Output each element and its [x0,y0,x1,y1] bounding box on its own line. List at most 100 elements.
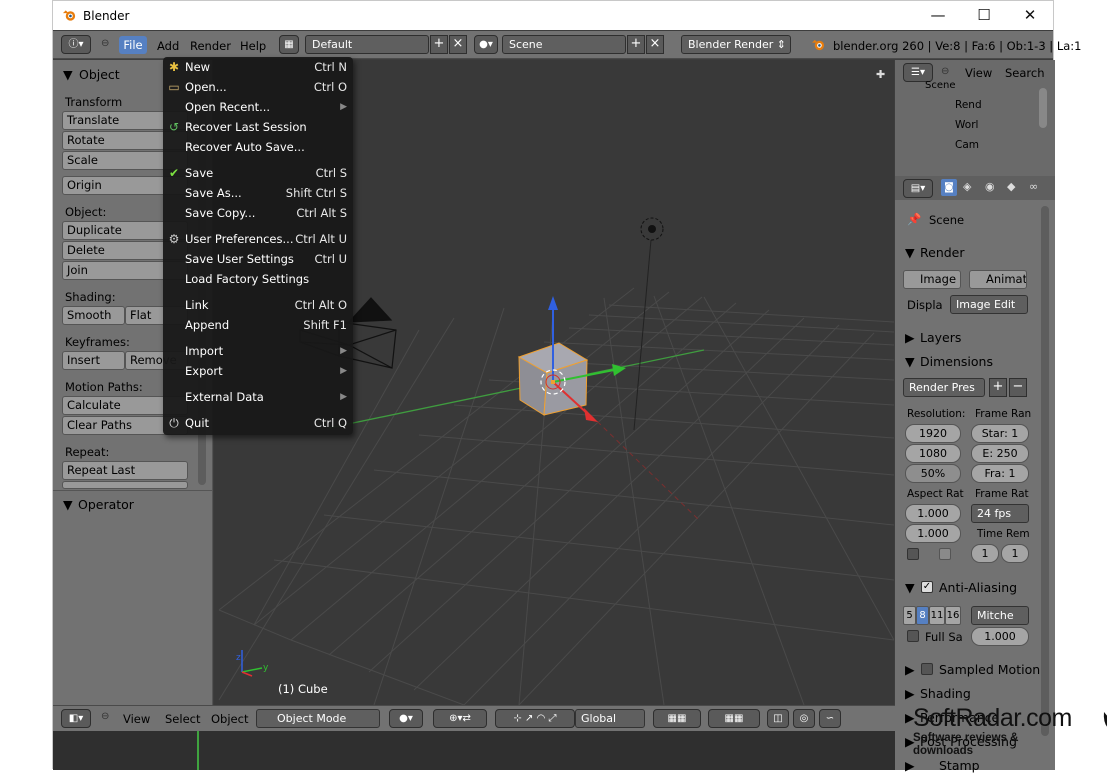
viewport-plus-icon[interactable]: ✚ [876,68,885,81]
constraints-tab-icon[interactable]: ∞ [1029,180,1038,193]
layout-field[interactable]: Default [305,35,429,54]
pivot-point-icon[interactable]: ⊕▾⇄ [433,709,487,728]
aspect-y-field[interactable]: 1.000 [905,524,961,543]
file-menu-item-recover-auto-save[interactable]: Recover Auto Save... [163,137,353,157]
file-menu-item-open-recent[interactable]: Open Recent... ▶ [163,97,353,117]
stamp-expand-icon[interactable]: ▶ [905,758,915,773]
properties-scrollbar[interactable] [1041,206,1049,736]
scene-layers-grid-2[interactable]: ▦▦ [708,709,760,728]
aspect-x-field[interactable]: 1.000 [905,504,961,523]
filter-size-field[interactable]: 1.000 [971,627,1029,646]
dimensions-panel-header[interactable]: Dimensions [920,354,993,369]
file-menu-item-new[interactable]: ✱ New Ctrl N [163,57,353,77]
menu-help[interactable]: Help [240,39,266,53]
remap-old-field[interactable]: 1 [971,544,999,563]
scene-field[interactable]: Scene [502,35,626,54]
sampled-motion-header[interactable]: Sampled Motion [939,662,1040,677]
file-menu-item-save-as[interactable]: Save As... Shift Ctrl S [163,183,353,203]
aa-samples-16[interactable]: 16 [945,606,961,625]
add-layout-button[interactable]: + [430,35,448,54]
aa-samples-11[interactable]: 11 [929,606,945,625]
file-menu-item-save-copy[interactable]: Save Copy... Ctrl Alt S [163,203,353,223]
collapse-icon[interactable]: ⊖ [101,711,109,722]
render-engine-select[interactable]: Blender Render ⇕ [681,35,791,54]
aa-checkbox[interactable]: ✓ [921,581,933,593]
pin-icon[interactable]: 📌 [907,212,921,226]
fps-select[interactable]: 24 fps [971,504,1029,523]
sampled-motion-checkbox[interactable] [921,663,933,675]
aa-samples-5[interactable]: 5 [903,606,916,625]
file-menu-item-quit[interactable]: ⏻ Quit Ctrl Q [163,413,353,433]
operator-collapse-icon[interactable]: ▼ [63,497,73,512]
remove-layout-button[interactable]: × [449,35,467,54]
file-menu-item-user-preferences[interactable]: ⚙ User Preferences... Ctrl Alt U [163,229,353,249]
outliner-scene-item[interactable]: Scene [925,80,956,91]
editor-type-info-icon[interactable]: ⓘ▾ [61,35,91,54]
resolution-y-field[interactable]: 1080 [905,444,961,463]
file-menu-item-import[interactable]: Import ▶ [163,341,353,361]
file-menu-item-open[interactable]: ▭ Open... Ctrl O [163,77,353,97]
operator-header[interactable]: Operator [78,497,134,512]
menu-add[interactable]: Add [157,39,179,53]
sampled-motion-expand-icon[interactable]: ▶ [905,662,915,677]
aa-collapse-icon[interactable]: ▼ [905,580,915,595]
render-collapse-icon[interactable]: ▼ [905,245,915,260]
timeline[interactable] [53,731,895,770]
outliner-search-menu[interactable]: Search [1005,66,1045,80]
current-frame-marker[interactable] [197,731,199,770]
lock-layers-icon[interactable]: ◫ [767,709,789,728]
properties-editor-icon[interactable]: ▤▾ [903,179,933,198]
dimensions-collapse-icon[interactable]: ▼ [905,354,915,369]
shading-expand-icon[interactable]: ▶ [905,686,915,701]
add-scene-button[interactable]: + [627,35,645,54]
aa-filter-select[interactable]: Mitche [971,606,1029,625]
file-menu-item-external-data[interactable]: External Data ▶ [163,387,353,407]
remap-new-field[interactable]: 1 [1001,544,1029,563]
file-menu-item-link[interactable]: Link Ctrl Alt O [163,295,353,315]
file-menu-item-append[interactable]: Append Shift F1 [163,315,353,335]
shading-panel-header[interactable]: Shading [920,686,971,701]
transform-orientation-select[interactable]: Global [575,709,645,728]
smooth-button[interactable]: Smooth [62,306,125,325]
resolution-percent-field[interactable]: 50% [905,464,961,483]
menu-file[interactable]: File [119,36,147,54]
remove-preset-button[interactable]: − [1009,378,1027,397]
close-button[interactable]: ✕ [1007,1,1053,30]
scene-layers-grid[interactable]: ▦▦ [653,709,701,728]
render-panel-header[interactable]: Render [920,245,965,260]
resolution-x-field[interactable]: 1920 [905,424,961,443]
select-menu[interactable]: Select [165,712,200,726]
insert-keyframe-button[interactable]: Insert [62,351,125,370]
collapse-icon[interactable]: ⊖ [101,38,109,49]
outliner-scrollbar[interactable] [1039,88,1047,128]
render-presets-select[interactable]: Render Pres [903,378,985,397]
minimize-button[interactable]: — [915,1,961,30]
file-menu-item-save-user-settings[interactable]: Save User Settings Ctrl U [163,249,353,269]
stamp-panel-header[interactable]: Stamp [939,758,980,773]
end-frame-field[interactable]: E: 250 [971,444,1029,463]
world-tab-icon[interactable]: ◉ [985,180,995,193]
start-frame-field[interactable]: Star: 1 [971,424,1029,443]
panel-collapse-icon[interactable]: ▼ [63,67,73,82]
file-menu-item-save[interactable]: ✔ Save Ctrl S [163,163,353,183]
scene-icon[interactable]: ●▾ [474,35,498,54]
border-checkbox[interactable] [907,548,919,560]
outliner-view-menu[interactable]: View [965,66,992,80]
outliner-world-item[interactable]: Worl [955,119,978,131]
maximize-button[interactable]: ☐ [961,1,1007,30]
outliner-render-item[interactable]: Rend [955,99,982,111]
object-tools-header[interactable]: Object [79,67,120,82]
render-tab-icon[interactable]: ◙ [941,179,957,196]
snap-icon[interactable]: ∽ [819,709,841,728]
repeat-last-button[interactable]: Repeat Last [62,461,188,480]
display-select[interactable]: Image Edit [950,295,1028,314]
collapse-icon[interactable]: ⊖ [941,66,949,77]
layout-icon[interactable]: ▦ [279,35,299,54]
view-menu[interactable]: View [123,712,150,726]
layers-panel-header[interactable]: Layers [920,330,961,345]
full-sample-checkbox[interactable] [907,630,919,642]
history-button[interactable] [62,481,188,489]
add-preset-button[interactable]: + [989,378,1007,397]
file-menu-item-load-factory-settings[interactable]: Load Factory Settings [163,269,353,289]
viewport-shading-icon[interactable]: ●▾ [389,709,423,728]
